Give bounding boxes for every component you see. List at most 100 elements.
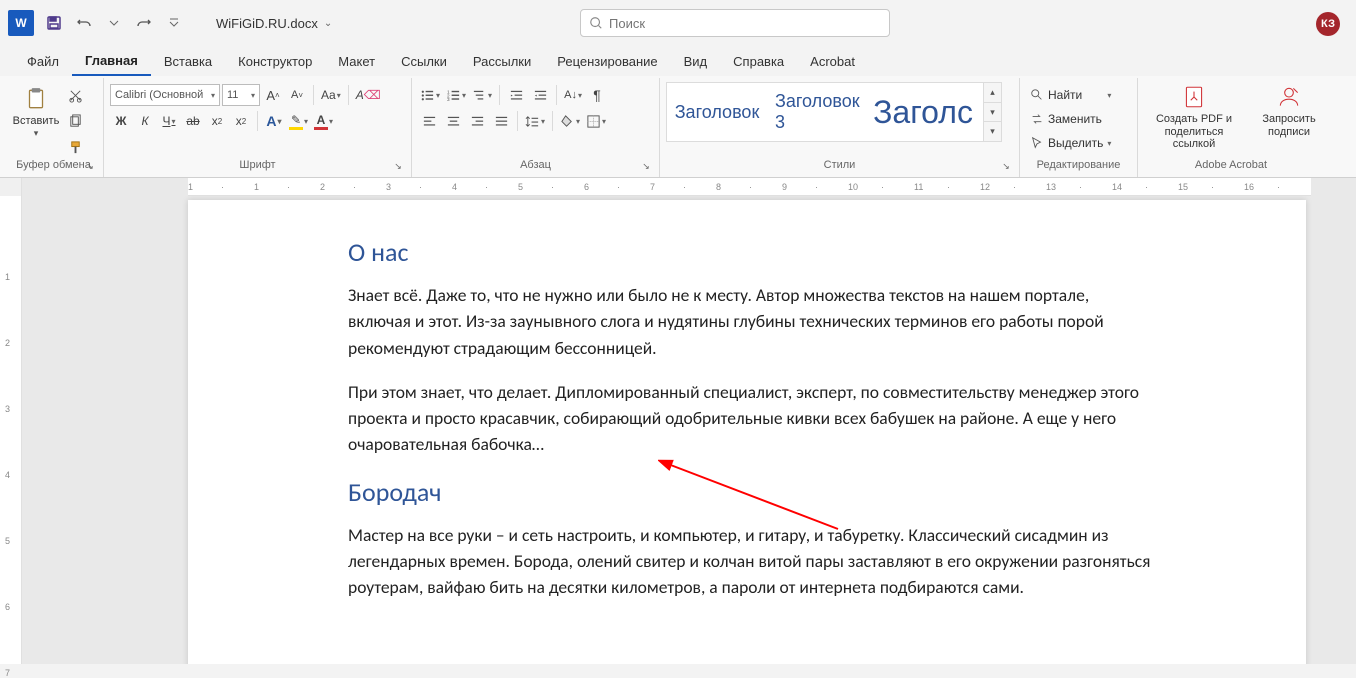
justify-icon[interactable]: [490, 110, 512, 132]
horizontal-ruler[interactable]: 1·1·2·3·4·5·6·7·8·9·10·11·12·13·14·15·16…: [22, 178, 1356, 196]
change-case-icon[interactable]: Aa: [319, 84, 343, 106]
subscript-button[interactable]: x2: [206, 110, 228, 132]
tab-help[interactable]: Справка: [720, 46, 797, 76]
text-effects-icon[interactable]: A: [263, 110, 285, 132]
qat-customize-icon[interactable]: [160, 9, 188, 37]
superscript-button[interactable]: x2: [230, 110, 252, 132]
bullets-icon[interactable]: [418, 84, 442, 106]
document-name: WiFiGiD.RU.docx: [216, 16, 318, 31]
tab-review[interactable]: Рецензирование: [544, 46, 670, 76]
tab-view[interactable]: Вид: [671, 46, 721, 76]
chevron-down-icon: ⌄: [324, 18, 332, 29]
gallery-up-icon[interactable]: ▴: [984, 83, 1001, 103]
group-editing-label: Редактирование: [1026, 159, 1131, 177]
style-heading3[interactable]: Заголовок 3: [767, 83, 873, 141]
group-editing: Найти▾ Заменить Выделить▾ Редактирование: [1020, 78, 1138, 177]
dialog-launcher-icon[interactable]: ↘: [999, 159, 1013, 173]
numbering-icon[interactable]: 123: [444, 84, 468, 106]
tab-file[interactable]: Файл: [14, 46, 72, 76]
group-paragraph-label: Абзац: [520, 159, 551, 171]
group-font-label: Шрифт: [239, 159, 275, 171]
vertical-ruler[interactable]: 1234567: [0, 196, 22, 664]
paste-label: Вставить: [13, 115, 60, 128]
highlight-color-icon[interactable]: ✎: [287, 110, 310, 132]
tab-design[interactable]: Конструктор: [225, 46, 325, 76]
borders-icon[interactable]: [584, 110, 608, 132]
dialog-launcher-icon[interactable]: ↘: [391, 159, 405, 173]
styles-gallery[interactable]: Заголовок Заголовок 3 Заголс ▴ ▾ ▾: [666, 82, 1002, 142]
font-size-combo[interactable]: 11▾: [222, 84, 260, 106]
group-adobe: Создать PDF и поделиться ссылкой Запроси…: [1138, 78, 1324, 177]
dialog-launcher-icon[interactable]: ↘: [639, 159, 653, 173]
tab-references[interactable]: Ссылки: [388, 46, 460, 76]
shrink-font-icon[interactable]: A˅: [286, 84, 308, 106]
search-box[interactable]: [580, 9, 890, 37]
document-title[interactable]: WiFiGiD.RU.docx ⌄: [216, 16, 332, 31]
save-icon[interactable]: [40, 9, 68, 37]
line-spacing-icon[interactable]: [523, 110, 547, 132]
undo-dropdown-icon[interactable]: [100, 9, 128, 37]
chevron-down-icon: ▾: [34, 128, 39, 138]
group-styles-label: Стили: [824, 159, 856, 171]
shading-icon[interactable]: [558, 110, 582, 132]
chevron-down-icon: ▾: [211, 91, 215, 100]
ribbon: Вставить ▾ Буфер обмена↘ Calibri (Основн…: [0, 76, 1356, 178]
undo-icon[interactable]: [70, 9, 98, 37]
group-clipboard-label: Буфер обмена: [16, 159, 91, 171]
align-left-icon[interactable]: [418, 110, 440, 132]
search-input[interactable]: [609, 16, 881, 31]
find-button[interactable]: Найти▾: [1026, 84, 1115, 106]
group-clipboard: Вставить ▾ Буфер обмена↘: [4, 78, 104, 177]
select-button[interactable]: Выделить▾: [1026, 132, 1115, 154]
increase-indent-icon[interactable]: [529, 84, 551, 106]
style-heading-cut[interactable]: Заголс: [873, 83, 973, 141]
bold-button[interactable]: Ж: [110, 110, 132, 132]
tab-layout[interactable]: Макет: [325, 46, 388, 76]
paragraph: При этом знает, что делает. Дипломирован…: [348, 379, 1156, 458]
replace-button[interactable]: Заменить: [1026, 108, 1115, 130]
tab-insert[interactable]: Вставка: [151, 46, 225, 76]
tab-home[interactable]: Главная: [72, 46, 151, 76]
font-name-combo[interactable]: Calibri (Основной▾: [110, 84, 220, 106]
document-page[interactable]: О нас Знает всё. Даже то, что не нужно и…: [188, 200, 1306, 664]
heading-about: О нас: [348, 236, 1156, 268]
cursor-icon: [1030, 136, 1044, 150]
chevron-down-icon: ▾: [251, 91, 255, 100]
multilevel-list-icon[interactable]: [470, 84, 494, 106]
heading-borodach: Бородач: [348, 476, 1156, 508]
request-signatures-button[interactable]: Запросить подписи: [1252, 84, 1326, 151]
strikethrough-button[interactable]: ab: [182, 110, 204, 132]
redo-icon[interactable]: [130, 9, 158, 37]
clear-formatting-icon[interactable]: A⌫: [354, 84, 383, 106]
show-marks-icon[interactable]: ¶: [586, 84, 608, 106]
align-right-icon[interactable]: [466, 110, 488, 132]
format-painter-icon[interactable]: [64, 136, 86, 158]
group-paragraph: 123 А↓ ¶: [412, 78, 660, 177]
sort-icon[interactable]: А↓: [562, 84, 584, 106]
font-color-icon[interactable]: A: [312, 110, 335, 132]
grow-font-icon[interactable]: A˄: [262, 84, 284, 106]
style-heading[interactable]: Заголовок: [667, 83, 767, 141]
word-app-icon: W: [8, 10, 34, 36]
svg-text:3: 3: [447, 97, 450, 102]
user-avatar[interactable]: КЗ: [1316, 12, 1340, 36]
tab-acrobat[interactable]: Acrobat: [797, 46, 868, 76]
align-center-icon[interactable]: [442, 110, 464, 132]
gallery-more-icon[interactable]: ▾: [984, 122, 1001, 141]
gallery-down-icon[interactable]: ▾: [984, 103, 1001, 123]
dialog-launcher-icon[interactable]: ↘: [83, 159, 97, 173]
decrease-indent-icon[interactable]: [505, 84, 527, 106]
cut-icon[interactable]: [64, 84, 86, 106]
underline-button[interactable]: Ч: [158, 110, 180, 132]
ribbon-tabs: Файл Главная Вставка Конструктор Макет С…: [0, 46, 1356, 76]
create-pdf-button[interactable]: Создать PDF и поделиться ссылкой: [1144, 84, 1244, 151]
tab-mailings[interactable]: Рассылки: [460, 46, 544, 76]
title-bar: W WiFiGiD.RU.docx ⌄ КЗ: [0, 0, 1356, 46]
italic-button[interactable]: К: [134, 110, 156, 132]
paste-button[interactable]: Вставить ▾: [10, 80, 62, 138]
copy-icon[interactable]: [64, 110, 86, 132]
replace-icon: [1030, 112, 1044, 126]
group-styles: Заголовок Заголовок 3 Заголс ▴ ▾ ▾ Стили…: [660, 78, 1020, 177]
search-icon: [589, 16, 603, 30]
paragraph: Мастер на все руки – и сеть настроить, и…: [348, 522, 1156, 601]
